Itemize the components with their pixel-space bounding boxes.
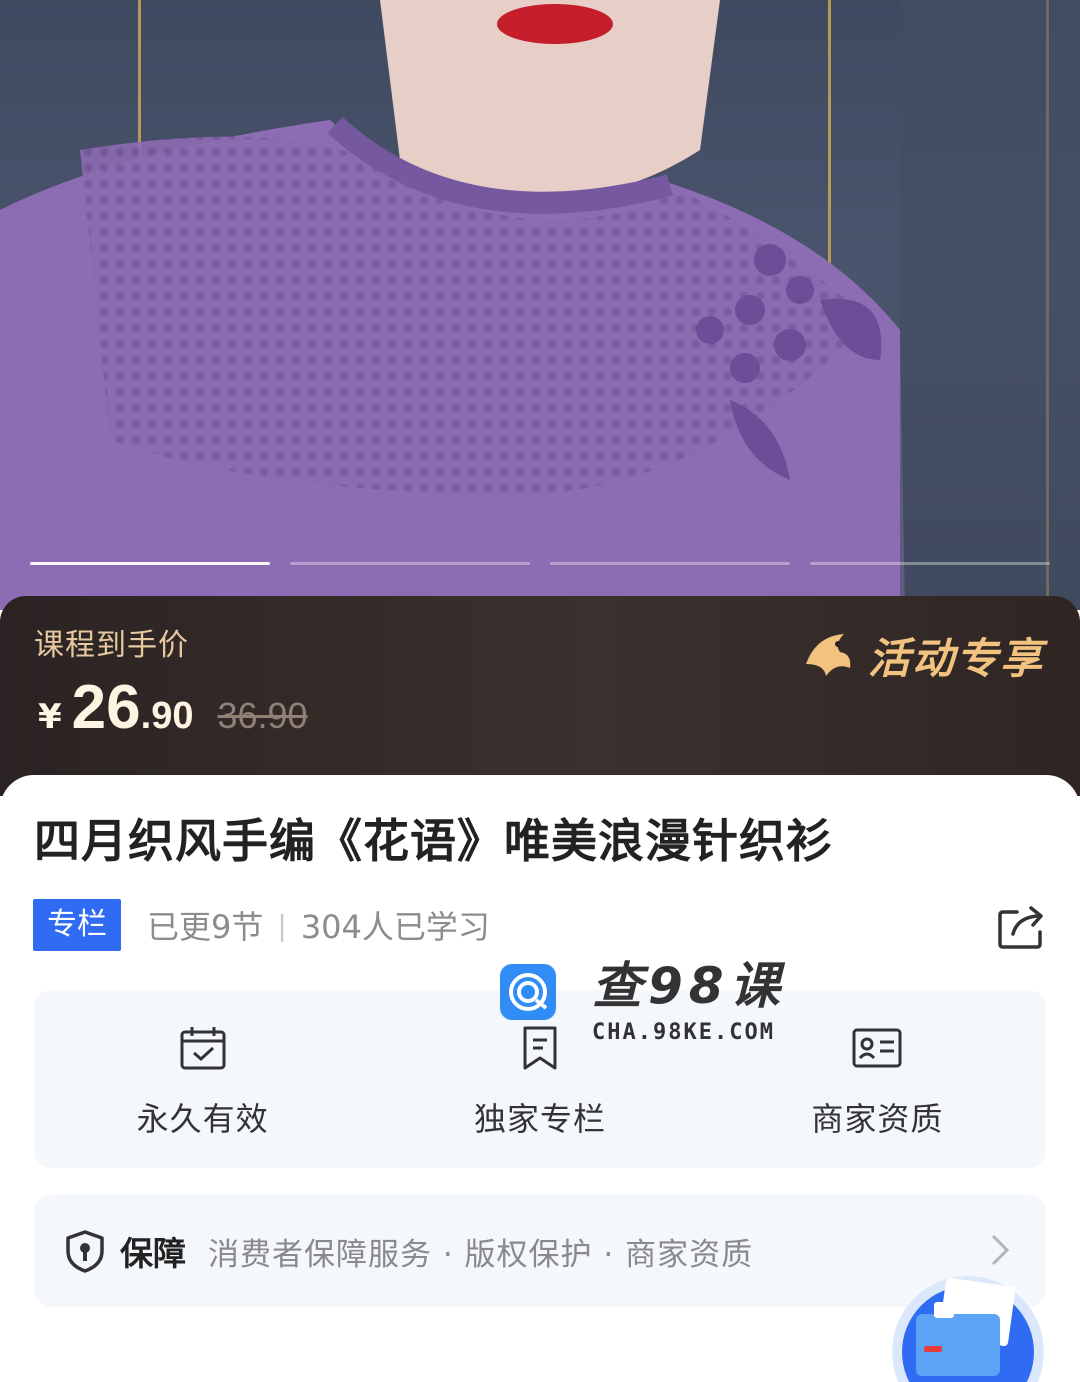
watermark-logo xyxy=(500,964,556,1020)
price-label: 课程到手价 xyxy=(34,628,189,663)
calendar-check-icon xyxy=(180,1027,226,1070)
course-title: 四月织风手编《花语》唯美浪漫针织衫 xyxy=(34,814,833,868)
bird-icon xyxy=(805,634,851,676)
feature-label: 独家专栏 xyxy=(473,1100,606,1138)
original-price: 36.90 xyxy=(217,695,308,736)
carousel-dot[interactable] xyxy=(550,562,790,565)
meta-separator: | xyxy=(277,908,287,942)
feature-label: 商家资质 xyxy=(811,1100,944,1138)
carousel-dot[interactable] xyxy=(30,562,270,565)
price-row: ¥ 26 .90 36.90 xyxy=(38,672,308,743)
id-card-icon xyxy=(852,1028,902,1068)
carousel-dot[interactable] xyxy=(810,562,1050,565)
shield-icon xyxy=(66,1230,104,1273)
product-image[interactable] xyxy=(0,0,1080,610)
watermark-url: CHA.98KE.COM xyxy=(592,1020,775,1045)
promo-label: 活动专享 xyxy=(867,633,1044,683)
learner-count: 304人已学习 xyxy=(300,908,490,946)
carousel-indicator xyxy=(30,562,1050,566)
guarantee-title: 保障 xyxy=(120,1234,186,1273)
price-integer: 26 xyxy=(71,673,141,742)
price-decimal: .90 xyxy=(140,695,194,737)
watermark: 查98课 CHA.98KE.COM xyxy=(500,958,786,1045)
course-meta-row: 专栏 已更9节 | 304人已学习 xyxy=(33,898,1047,952)
share-icon[interactable] xyxy=(997,902,1047,950)
column-tag: 专栏 xyxy=(33,899,121,951)
guarantee-items: 消费者保障服务 · 版权保护 · 商家资质 xyxy=(208,1236,754,1273)
carousel-dot[interactable] xyxy=(290,562,530,565)
currency-symbol: ¥ xyxy=(38,697,62,737)
feature-permanent[interactable]: 永久有效 xyxy=(34,990,371,1168)
floating-briefcase-button[interactable] xyxy=(888,1262,1048,1382)
price-banner: 课程到手价 ¥ 26 .90 36.90 活动专享 xyxy=(0,596,1080,796)
model-sweater-illustration xyxy=(0,0,1080,610)
updated-count: 已更9节 xyxy=(147,908,264,946)
feature-label: 永久有效 xyxy=(136,1100,269,1138)
watermark-name: 查98课 xyxy=(592,957,786,1015)
promo-badge: 活动专享 xyxy=(796,624,1044,686)
